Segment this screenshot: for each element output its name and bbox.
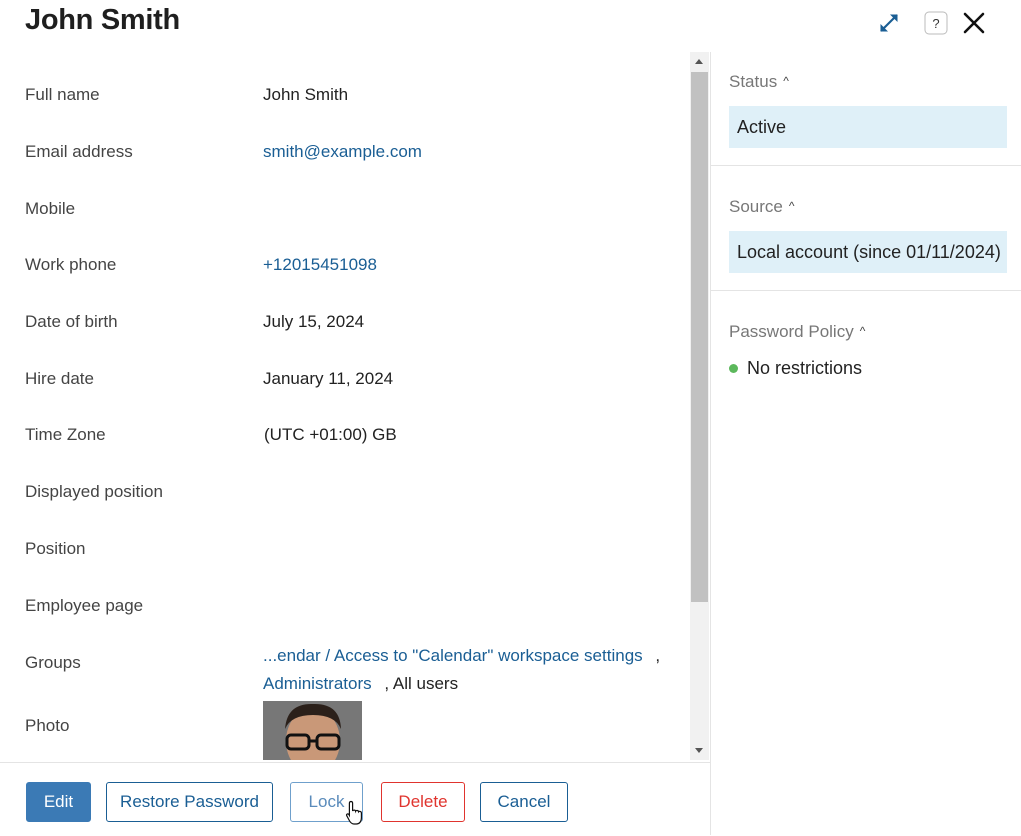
- full-name-value: John Smith: [263, 85, 349, 104]
- source-badge: Local account (since 01/11/2024): [729, 231, 1007, 273]
- divider: [711, 290, 1021, 291]
- password-policy-section-toggle[interactable]: Password Policy ^: [729, 322, 865, 342]
- group-link[interactable]: Administrators: [263, 674, 372, 693]
- chevron-up-icon: ^: [783, 74, 789, 88]
- scrollbar-thumb[interactable]: [691, 72, 708, 602]
- status-title: Status: [729, 72, 778, 91]
- hire-date-value: January 11, 2024: [263, 369, 394, 388]
- info-sidebar: Status ^ Active Source ^ Local account (si…: [710, 52, 1021, 835]
- group-separator: ,: [655, 646, 661, 665]
- close-icon[interactable]: [962, 11, 986, 40]
- page-title: John Smith: [25, 4, 180, 36]
- field-label: Employee page: [25, 596, 144, 615]
- edit-button[interactable]: Edit: [26, 782, 91, 822]
- source-title: Source: [729, 197, 783, 216]
- user-photo: [263, 701, 362, 760]
- scroll-up-arrow-icon[interactable]: [695, 59, 703, 64]
- status-dot-icon: [729, 364, 738, 373]
- scroll-down-arrow-icon[interactable]: [695, 748, 703, 753]
- password-policy-status: No restrictions: [729, 358, 862, 379]
- field-label: Time Zone: [25, 425, 106, 444]
- field-label: Email address: [25, 142, 133, 161]
- field-label: Photo: [25, 716, 70, 735]
- help-icon[interactable]: ?: [924, 11, 948, 40]
- divider: [711, 165, 1021, 166]
- field-label: Work phone: [25, 255, 117, 274]
- password-policy-title: Password Policy: [729, 322, 854, 341]
- group-text: All users: [392, 674, 459, 693]
- restore-password-button[interactable]: Restore Password: [106, 782, 273, 822]
- status-section-toggle[interactable]: Status ^: [729, 72, 789, 92]
- field-label: Date of birth: [25, 312, 118, 331]
- hand-cursor-icon: [345, 800, 365, 831]
- password-policy-value: No restrictions: [747, 358, 863, 378]
- group-link[interactable]: ...endar / Access to "Calendar" workspac…: [263, 646, 643, 665]
- field-label: Position: [25, 539, 86, 558]
- scrollbar[interactable]: [690, 52, 709, 760]
- email-link[interactable]: smith@example.com: [263, 142, 422, 161]
- svg-text:?: ?: [932, 16, 939, 31]
- cancel-button[interactable]: Cancel: [480, 782, 568, 822]
- chevron-up-icon: ^: [859, 324, 866, 338]
- group-separator: ,: [384, 674, 390, 693]
- expand-icon[interactable]: [878, 12, 900, 39]
- field-label: Groups: [25, 653, 81, 672]
- user-details-panel: Full name John Smith Email address smith…: [0, 52, 690, 760]
- action-bar: Edit Restore Password Lock Delete Cancel: [0, 762, 710, 836]
- groups-list: ...endar / Access to "Calendar" workspac…: [263, 642, 660, 698]
- field-label: Full name: [25, 85, 100, 104]
- work-phone-link[interactable]: +12015451098: [263, 255, 377, 274]
- source-section-toggle[interactable]: Source ^: [729, 197, 795, 217]
- delete-button[interactable]: Delete: [381, 782, 465, 822]
- field-label: Mobile: [25, 199, 76, 218]
- chevron-up-icon: ^: [788, 199, 795, 213]
- field-label: Displayed position: [25, 482, 163, 501]
- status-badge: Active: [729, 106, 1007, 148]
- field-label: Hire date: [25, 369, 94, 388]
- date-of-birth-value: July 15, 2024: [263, 312, 365, 331]
- time-zone-value: (UTC +01:00) GB: [264, 425, 397, 444]
